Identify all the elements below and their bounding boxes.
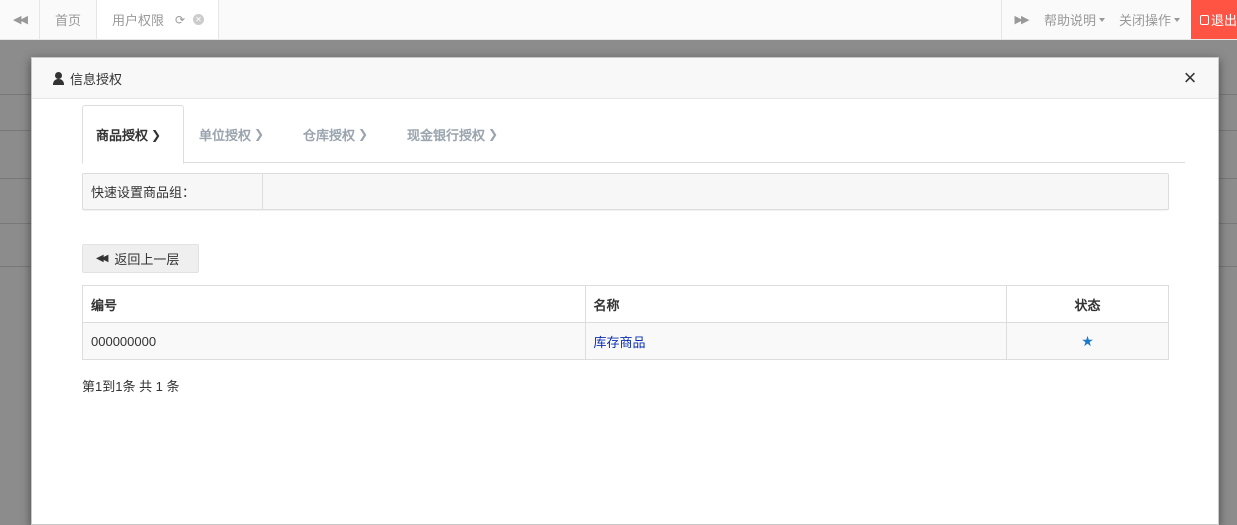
tab-user-permissions-label: 用户权限	[112, 13, 165, 28]
modal-title: 信息授权	[52, 58, 122, 99]
quick-set-label: 快速设置商品组：	[83, 174, 263, 209]
close-operations-label: 关闭操作	[1119, 13, 1172, 28]
chevron-right-icon: ❯	[358, 127, 369, 141]
step-unit-authorization[interactable]: 单位授权 ❯	[199, 105, 264, 163]
chevron-right-icon: ❯	[151, 127, 162, 142]
modal-header: 信息授权 ×	[32, 58, 1218, 99]
column-header-status[interactable]: 状态	[1006, 285, 1169, 323]
authorization-steps: 商品授权 ❯ 单位授权 ❯ 仓库授权 ❯ 现金银行授权 ❯	[82, 105, 1185, 164]
quick-set-product-group[interactable]: 快速设置商品组：	[82, 173, 1169, 210]
modal-title-text: 信息授权	[70, 72, 123, 87]
column-header-name[interactable]: 名称	[585, 285, 1008, 323]
close-circle-icon[interactable]: ✕	[193, 14, 205, 25]
product-group-link[interactable]: 库存商品	[594, 335, 646, 350]
user-icon	[52, 72, 66, 85]
step-warehouse-authorization[interactable]: 仓库授权 ❯	[303, 105, 368, 163]
caret-down-icon	[1099, 17, 1106, 22]
caret-down-icon	[1174, 17, 1181, 22]
star-icon: ★	[1081, 332, 1094, 349]
backward-icon: ◀◀	[96, 253, 109, 264]
help-menu[interactable]: 帮助说明	[1044, 0, 1106, 39]
product-group-table: 编号 名称 状态 000000000 库存商品 ★	[82, 285, 1169, 360]
column-header-code[interactable]: 编号	[82, 285, 586, 323]
close-operations-menu[interactable]: 关闭操作	[1119, 0, 1181, 39]
step-product-authorization[interactable]: 商品授权 ❯	[82, 105, 184, 164]
pagination-info: 第1到1条 共 1 条	[82, 379, 180, 394]
double-left-arrow-icon[interactable]: ◀◀	[0, 0, 40, 39]
refresh-icon[interactable]: ⟳	[174, 13, 186, 27]
step-label: 商品授权	[96, 128, 149, 143]
tab-user-permissions[interactable]: 用户权限 ⟳ ✕	[97, 0, 219, 39]
table-header-row: 编号 名称 状态	[82, 285, 1169, 323]
help-menu-label: 帮助说明	[1044, 13, 1097, 28]
sign-out-icon	[1200, 14, 1209, 25]
back-up-level-button[interactable]: ◀◀ 返回上一层	[82, 244, 199, 273]
double-right-arrow-icon[interactable]: ▶▶	[1001, 0, 1040, 39]
chevron-right-icon: ❯	[254, 127, 265, 141]
step-label: 单位授权	[199, 127, 252, 143]
chevron-right-icon: ❯	[488, 127, 499, 141]
tab-home-label: 首页	[54, 13, 81, 28]
tab-home[interactable]: 首页	[40, 0, 97, 39]
step-label: 仓库授权	[303, 127, 356, 143]
logout-button[interactable]: 退出	[1191, 0, 1237, 39]
close-icon[interactable]: ×	[1180, 67, 1200, 89]
tab-bar: ◀◀ 首页 用户权限 ⟳ ✕ ▶▶ 帮助说明 关闭操作 退出	[0, 0, 1237, 40]
table-row[interactable]: 000000000 库存商品 ★	[82, 322, 1169, 360]
step-label: 现金银行授权	[407, 127, 486, 143]
cell-name: 库存商品	[585, 322, 1008, 360]
logout-label: 退出	[1210, 13, 1237, 28]
authorization-modal: 信息授权 × 商品授权 ❯ 单位授权 ❯ 仓库授权 ❯ 现金银行授权 ❯ 快速设…	[31, 57, 1219, 525]
back-button-label: 返回上一层	[114, 252, 180, 267]
step-cash-bank-authorization[interactable]: 现金银行授权 ❯	[407, 105, 498, 163]
cell-code: 000000000	[82, 322, 586, 360]
cell-status: ★	[1006, 322, 1169, 360]
